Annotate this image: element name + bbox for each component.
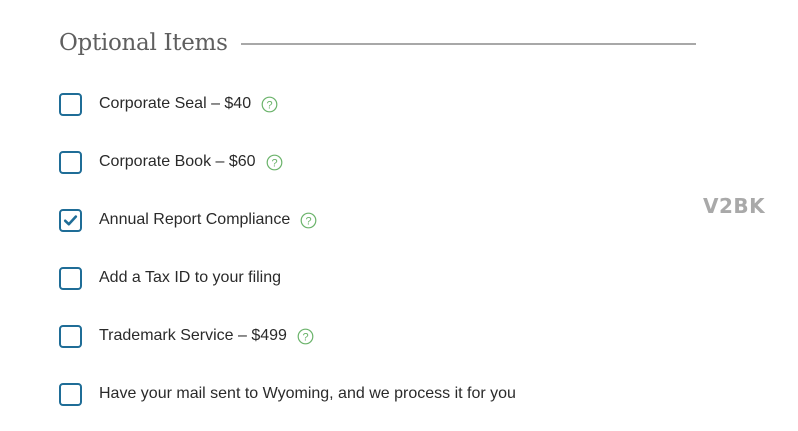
svg-text:?: ? xyxy=(306,215,312,227)
option-label: Corporate Book – $60 xyxy=(99,153,256,170)
checkmark-icon xyxy=(63,214,78,225)
question-circle-icon[interactable]: ? xyxy=(300,212,317,229)
section-title: Optional Items xyxy=(59,30,228,56)
option-label: Trademark Service – $499 xyxy=(99,327,287,344)
corporate-seal-checkbox[interactable] xyxy=(59,92,82,116)
tax-id-checkbox[interactable] xyxy=(59,266,82,290)
option-wyoming-mail[interactable]: Have your mail sent to Wyoming, and we p… xyxy=(59,381,516,407)
option-label: Add a Tax ID to your filing xyxy=(99,269,282,286)
annual-report-compliance-checkbox[interactable] xyxy=(59,208,82,232)
question-circle-icon[interactable]: ? xyxy=(297,328,314,345)
option-annual-report-compliance[interactable]: Annual Report Compliance ? xyxy=(59,207,317,233)
option-corporate-seal[interactable]: Corporate Seal – $40 ? xyxy=(59,91,278,117)
option-label: Corporate Seal – $40 xyxy=(99,95,252,112)
corporate-book-checkbox[interactable] xyxy=(59,150,82,174)
svg-text:?: ? xyxy=(302,331,308,343)
section-header: Optional Items xyxy=(59,26,696,60)
svg-text:?: ? xyxy=(271,157,277,169)
question-circle-icon[interactable]: ? xyxy=(261,96,278,113)
option-corporate-book[interactable]: Corporate Book – $60 ? xyxy=(59,149,283,175)
header-divider xyxy=(240,43,696,45)
option-label: Have your mail sent to Wyoming, and we p… xyxy=(99,385,516,402)
wyoming-mail-checkbox[interactable] xyxy=(59,382,82,406)
option-trademark-service[interactable]: Trademark Service – $499 ? xyxy=(59,323,314,349)
question-circle-icon[interactable]: ? xyxy=(266,154,283,171)
option-tax-id[interactable]: Add a Tax ID to your filing xyxy=(59,265,281,291)
svg-text:?: ? xyxy=(267,99,273,111)
option-label: Annual Report Compliance xyxy=(99,211,291,228)
watermark: V2BK xyxy=(703,194,766,218)
trademark-service-checkbox[interactable] xyxy=(59,324,82,348)
